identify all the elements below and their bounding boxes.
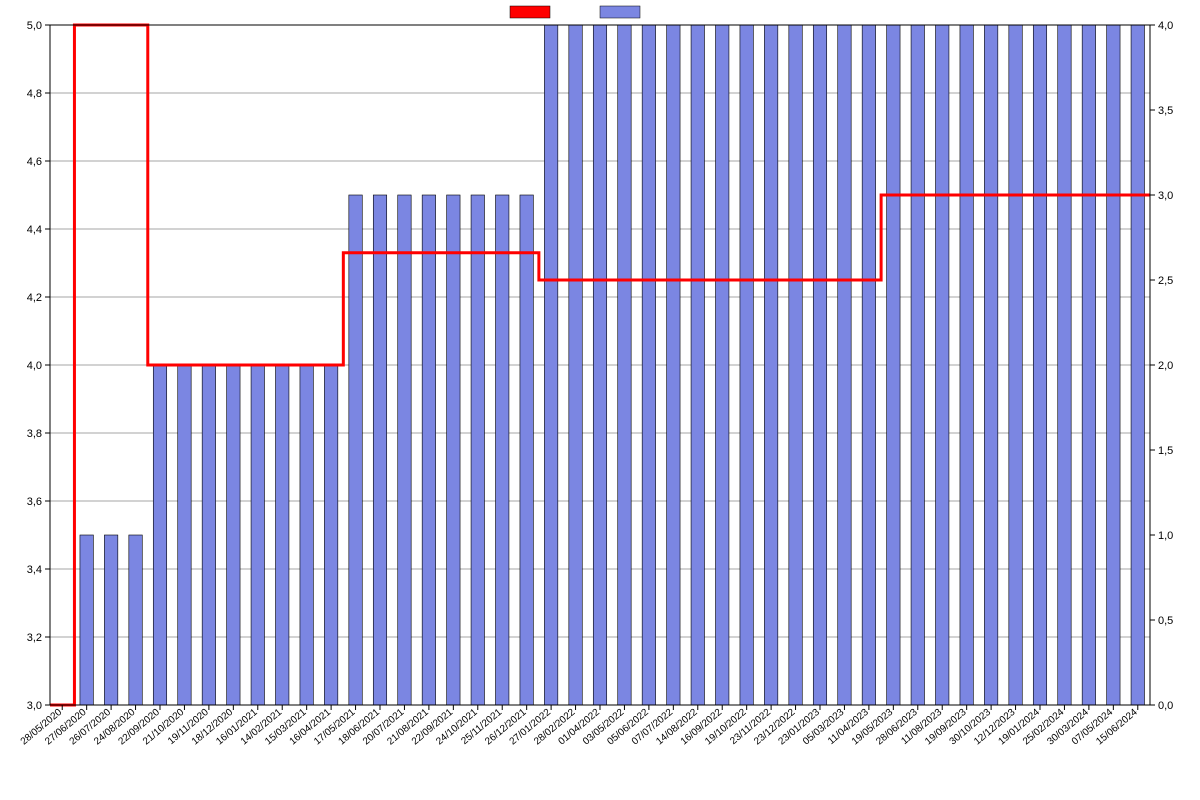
bar bbox=[349, 195, 362, 705]
chart-svg: 3,0 3,2 3,4 3,6 3,8 4,0 4,2 4,4 4,6 4,8 5,0 0,0 0,5 1… bbox=[0, 0, 1200, 800]
y-left-tick-label: 4,8 bbox=[27, 88, 42, 100]
bar bbox=[496, 195, 509, 705]
chart-container: 3,0 3,2 3,4 3,6 3,8 4,0 4,2 4,4 4,6 4,8 5,0 0,0 0,5 1… bbox=[0, 0, 1200, 800]
bar bbox=[740, 25, 753, 705]
bar bbox=[960, 25, 973, 705]
bar bbox=[764, 25, 777, 705]
bar bbox=[789, 25, 802, 705]
bar bbox=[520, 195, 533, 705]
bar bbox=[398, 195, 411, 705]
bar bbox=[1009, 25, 1022, 705]
bar bbox=[838, 25, 851, 705]
y-left-tick-label: 4,2 bbox=[27, 292, 42, 304]
bar bbox=[569, 25, 582, 705]
bar bbox=[276, 365, 289, 705]
y-right-tick-label: 3,5 bbox=[1158, 105, 1173, 117]
bar bbox=[716, 25, 729, 705]
bar bbox=[936, 25, 949, 705]
y-right-tick-label: 0,0 bbox=[1158, 700, 1173, 712]
bar bbox=[1131, 25, 1144, 705]
legend-swatch-line bbox=[510, 6, 550, 18]
bar bbox=[300, 365, 313, 705]
y-right-tick-label: 4,0 bbox=[1158, 20, 1173, 32]
y-left-tick-label: 4,6 bbox=[27, 156, 42, 168]
y-left-tick-label: 3,0 bbox=[27, 700, 42, 712]
bar bbox=[227, 365, 240, 705]
bar bbox=[813, 25, 826, 705]
bar bbox=[422, 195, 435, 705]
y-left-tick-label: 3,2 bbox=[27, 632, 42, 644]
y-right-tick-label: 2,0 bbox=[1158, 360, 1173, 372]
bar bbox=[153, 365, 166, 705]
bar bbox=[593, 25, 606, 705]
bar bbox=[80, 535, 93, 705]
y-left-tick-label: 5,0 bbox=[27, 20, 42, 32]
bar bbox=[1082, 25, 1095, 705]
y-right-tick-label: 0,5 bbox=[1158, 615, 1173, 627]
bar bbox=[1107, 25, 1120, 705]
bar bbox=[862, 25, 875, 705]
legend bbox=[510, 6, 640, 18]
bar bbox=[251, 365, 264, 705]
y-right-tick-label: 1,5 bbox=[1158, 445, 1173, 457]
y-right-tick-label: 3,0 bbox=[1158, 190, 1173, 202]
y-left-tick-label: 4,0 bbox=[27, 360, 42, 372]
y-left-tick-label: 4,4 bbox=[27, 224, 42, 236]
bar bbox=[691, 25, 704, 705]
bar bbox=[373, 195, 386, 705]
bar bbox=[471, 195, 484, 705]
bar bbox=[129, 535, 142, 705]
bar bbox=[642, 25, 655, 705]
bar bbox=[667, 25, 680, 705]
bar bbox=[911, 25, 924, 705]
bar bbox=[104, 535, 117, 705]
y-left-tick-label: 3,6 bbox=[27, 496, 42, 508]
bar bbox=[178, 365, 191, 705]
bar bbox=[1033, 25, 1046, 705]
bar bbox=[447, 195, 460, 705]
y-left-tick-label: 3,8 bbox=[27, 428, 42, 440]
bar bbox=[618, 25, 631, 705]
y-right-tick-label: 1,0 bbox=[1158, 530, 1173, 542]
y-left-tick-label: 3,4 bbox=[27, 564, 42, 576]
bar bbox=[984, 25, 997, 705]
y-right-tick-label: 2,5 bbox=[1158, 275, 1173, 287]
bar bbox=[202, 365, 215, 705]
bar bbox=[1058, 25, 1071, 705]
legend-swatch-bar bbox=[600, 6, 640, 18]
bar bbox=[544, 25, 557, 705]
bar bbox=[324, 365, 337, 705]
bar bbox=[887, 25, 900, 705]
